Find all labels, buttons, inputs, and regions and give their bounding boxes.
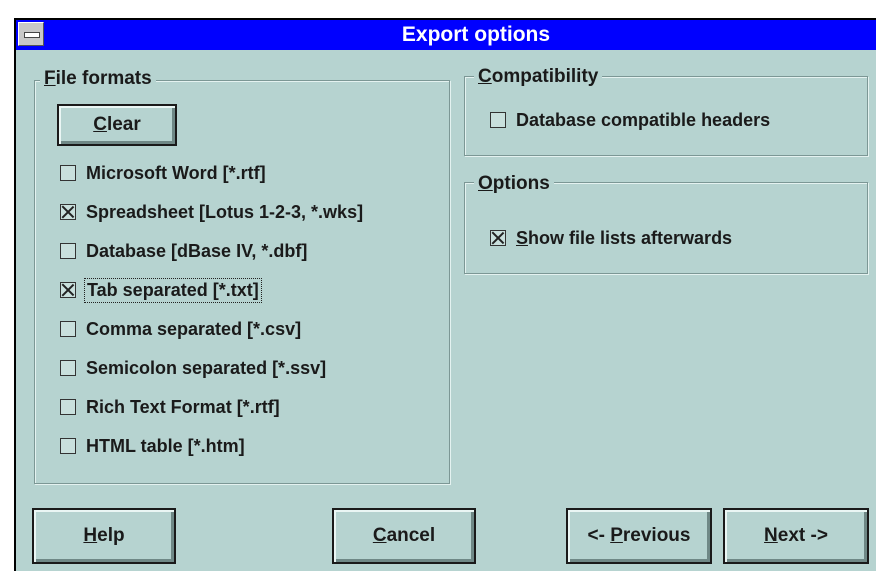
checkbox[interactable] bbox=[60, 243, 76, 259]
format-option-label: Database [dBase IV, *.dbf] bbox=[86, 240, 308, 261]
compatibility-title: Compatibility bbox=[474, 66, 603, 88]
format-option-label: Tab separated [*.txt] bbox=[84, 277, 262, 303]
help-button[interactable]: Help bbox=[32, 508, 176, 564]
export-options-dialog: Export options File formats Clear Micros… bbox=[14, 18, 876, 571]
format-option-label: Microsoft Word [*.rtf] bbox=[86, 162, 266, 183]
options-title: Options bbox=[474, 173, 554, 195]
db-compatible-headers-label: Database compatible headers bbox=[516, 109, 771, 130]
title-bar: Export options bbox=[16, 20, 876, 50]
format-option-spreadsheet[interactable]: Spreadsheet [Lotus 1-2-3, *.wks] bbox=[60, 200, 363, 224]
checkbox[interactable] bbox=[60, 165, 76, 181]
format-option-word[interactable]: Microsoft Word [*.rtf] bbox=[60, 161, 266, 185]
format-option-html[interactable]: HTML table [*.htm] bbox=[60, 434, 245, 458]
format-option-comma[interactable]: Comma separated [*.csv] bbox=[60, 317, 301, 341]
checkbox[interactable] bbox=[60, 321, 76, 337]
clear-button[interactable]: Clear bbox=[57, 104, 177, 146]
checkbox[interactable] bbox=[60, 438, 76, 454]
file-formats-title: File formats bbox=[40, 68, 156, 90]
format-option-tab[interactable]: Tab separated [*.txt] bbox=[60, 277, 262, 303]
format-option-semicolon[interactable]: Semicolon separated [*.ssv] bbox=[60, 356, 326, 380]
checkbox[interactable] bbox=[60, 399, 76, 415]
checkbox[interactable] bbox=[60, 282, 76, 298]
window-title: Export options bbox=[401, 23, 551, 46]
format-option-label: Comma separated [*.csv] bbox=[86, 318, 302, 339]
checkbox[interactable] bbox=[60, 204, 76, 220]
format-option-label: Rich Text Format [*.rtf] bbox=[86, 396, 280, 417]
checkbox[interactable] bbox=[490, 230, 506, 246]
db-compatible-headers-option[interactable]: Database compatible headers bbox=[490, 108, 770, 132]
format-option-database[interactable]: Database [dBase IV, *.dbf] bbox=[60, 239, 307, 263]
format-option-label: HTML table [*.htm] bbox=[86, 435, 245, 456]
format-option-rich-text[interactable]: Rich Text Format [*.rtf] bbox=[60, 395, 280, 419]
show-file-lists-option[interactable]: Show file lists afterwards bbox=[490, 226, 732, 250]
previous-button[interactable]: <- Previous bbox=[566, 508, 712, 564]
checkbox[interactable] bbox=[60, 360, 76, 376]
checkbox[interactable] bbox=[490, 112, 506, 128]
format-option-label: Spreadsheet [Lotus 1-2-3, *.wks] bbox=[86, 201, 364, 222]
show-file-lists-label: Show file lists afterwards bbox=[516, 227, 733, 248]
cancel-button[interactable]: Cancel bbox=[332, 508, 476, 564]
next-button[interactable]: Next -> bbox=[723, 508, 869, 564]
format-option-label: Semicolon separated [*.ssv] bbox=[86, 357, 327, 378]
